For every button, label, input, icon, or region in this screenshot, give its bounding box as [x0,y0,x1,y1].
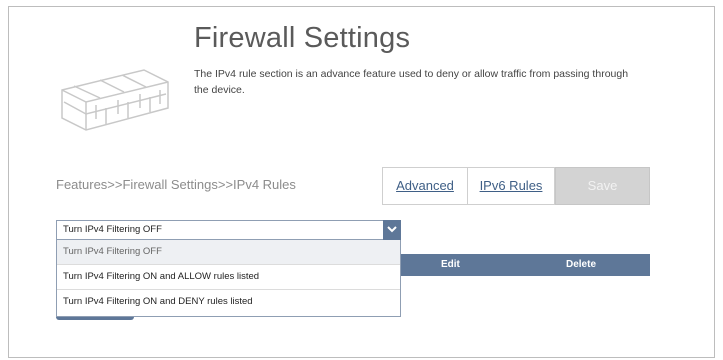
column-header-delete: Delete [566,259,597,270]
ipv4-filtering-selected-value: Turn IPv4 Filtering OFF [63,224,162,235]
ipv4-filtering-options: Turn IPv4 Filtering OFF Turn IPv4 Filter… [56,240,401,317]
brick-wall-icon [61,69,169,131]
ipv4-filtering-select[interactable]: Turn IPv4 Filtering OFF [56,220,401,240]
page-title: Firewall Settings [194,22,411,54]
dropdown-option-deny-rules[interactable]: Turn IPv4 Filtering ON and DENY rules li… [57,290,400,315]
save-button[interactable]: Save [555,167,650,205]
breadcrumb: Features>>Firewall Settings>>IPv4 Rules [56,177,296,192]
dropdown-option-filtering-off[interactable]: Turn IPv4 Filtering OFF [57,240,400,265]
column-header-edit: Edit [441,259,460,270]
page-description: The IPv4 rule section is an advance feat… [194,68,629,96]
tab-ipv6-rules[interactable]: IPv6 Rules [467,167,555,205]
tab-advanced[interactable]: Advanced [382,167,468,205]
chevron-down-icon[interactable] [383,220,401,240]
dropdown-option-allow-rules[interactable]: Turn IPv4 Filtering ON and ALLOW rules l… [57,265,400,290]
